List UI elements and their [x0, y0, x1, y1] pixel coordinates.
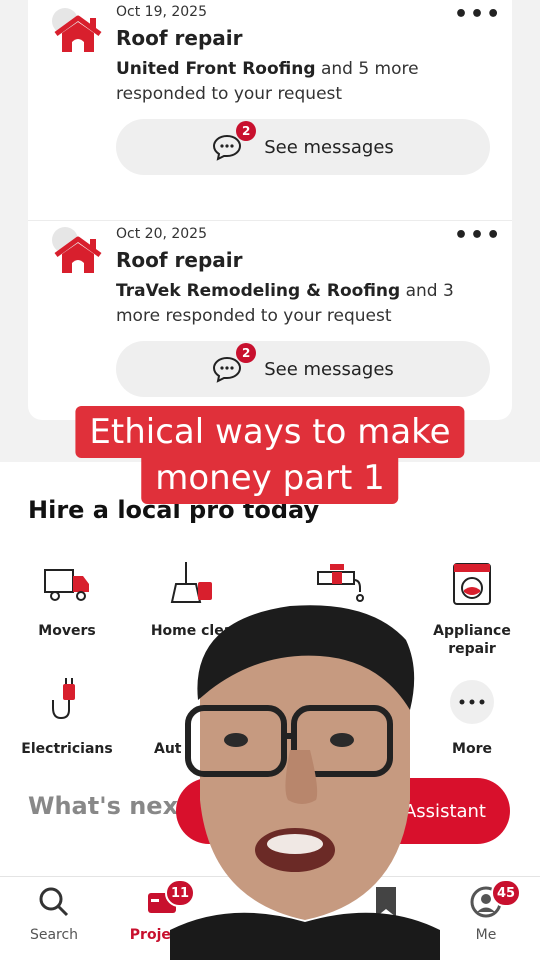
see-messages-button[interactable]: 2 See messages	[116, 119, 490, 175]
company-name: United Front Roofing	[116, 59, 316, 79]
caption-line-1: Ethical ways to make	[75, 406, 465, 458]
washer-icon	[453, 563, 491, 605]
nav-search[interactable]: Search	[4, 885, 104, 943]
search-icon	[39, 887, 69, 917]
chat-icon: 2	[212, 343, 257, 383]
project-card[interactable]: Oct 20, 2025 Roof repair TraVek Remodeli…	[28, 220, 512, 420]
category-label: Movers	[38, 623, 96, 639]
house-icon	[54, 15, 102, 52]
house-icon	[54, 236, 102, 273]
project-cards: Oct 19, 2025 Roof repair United Front Ro…	[28, 0, 512, 420]
dots-icon	[450, 680, 494, 724]
request-date: Oct 20, 2025	[116, 226, 207, 242]
nav-me[interactable]: 45 Me	[436, 879, 536, 943]
more-options-icon[interactable]: •••	[454, 2, 502, 27]
see-messages-button[interactable]: 2 See messages	[116, 341, 490, 397]
chat-icon: 2	[212, 121, 257, 161]
project-card[interactable]: Oct 19, 2025 Roof repair United Front Ro…	[28, 0, 512, 200]
whats-next-heading: What's nex	[28, 792, 179, 820]
request-title: Roof repair	[116, 248, 243, 272]
nav-label: Search	[29, 927, 79, 943]
see-messages-label: See messages	[264, 358, 394, 380]
unread-badge: 2	[236, 343, 257, 363]
request-title: Roof repair	[116, 26, 243, 50]
category-movers[interactable]: Movers	[7, 558, 127, 640]
request-date: Oct 19, 2025	[116, 4, 207, 20]
category-electricians[interactable]: Electricians	[7, 676, 127, 758]
more-options-icon[interactable]: •••	[454, 223, 502, 248]
see-messages-label: See messages	[264, 136, 394, 158]
caption-line-2: money part 1	[141, 452, 399, 504]
category-label: Electricians	[21, 741, 113, 757]
response-summary: United Front Roofing and 5 more responde…	[116, 57, 476, 107]
nav-label: Me	[475, 927, 497, 943]
plug-icon	[52, 678, 75, 720]
response-summary: TraVek Remodeling & Roofing and 3 more r…	[116, 279, 476, 329]
profile-badge: 45	[491, 879, 522, 907]
unread-badge: 2	[236, 121, 257, 141]
company-name: TraVek Remodeling & Roofing	[116, 281, 401, 301]
presenter-overlay	[170, 605, 440, 960]
truck-icon	[44, 569, 89, 601]
